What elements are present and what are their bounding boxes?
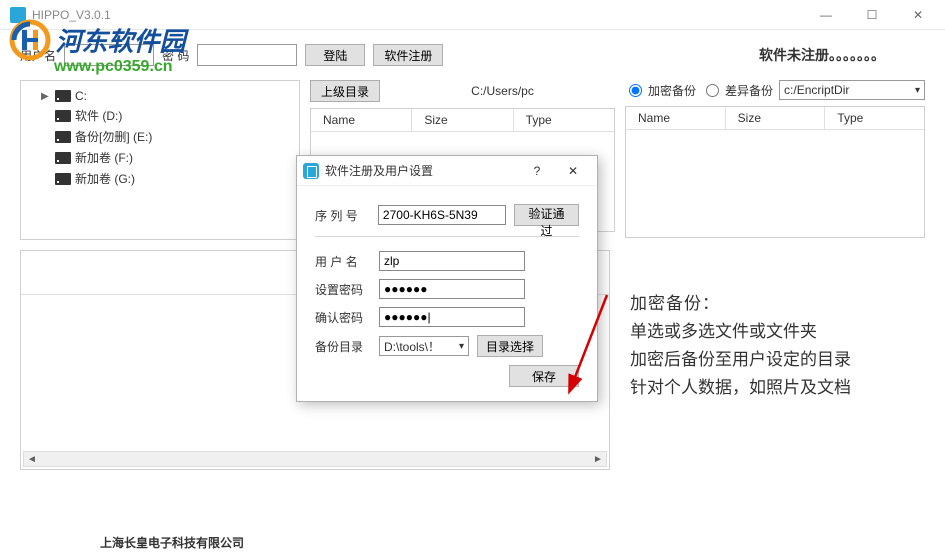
drive-icon (55, 152, 71, 164)
col-name[interactable]: Name (626, 107, 726, 129)
info-line: 针对个人数据，如照片及文档 (630, 374, 915, 402)
dialog-icon (303, 163, 319, 179)
register-dialog: 软件注册及用户设置 ? ✕ 序 列 号 验证通过 用 户 名 设置密码 确认密码… (296, 155, 598, 402)
titlebar: HIPPO_V3.0.1 — ☐ ✕ (0, 0, 945, 30)
backup-mode-row: 加密备份 差异备份 c:/EncriptDir (625, 80, 925, 100)
confirm-password-input[interactable] (379, 307, 525, 327)
minimize-button[interactable]: — (803, 0, 849, 30)
tree-item-label: 备份[勿删] (E:) (75, 128, 152, 145)
divider (315, 236, 579, 237)
username-input[interactable] (64, 44, 154, 66)
username-label: 用户名 (20, 47, 56, 64)
info-panel: 加密备份： 单选或多选文件或文件夹 加密后备份至用户设定的目录 针对个人数据，如… (620, 250, 925, 470)
tree-item-f[interactable]: 新加卷 (F:) (27, 147, 293, 168)
info-title: 加密备份： (630, 290, 915, 318)
dialog-help-button[interactable]: ? (519, 157, 555, 185)
radio-diff-backup[interactable] (706, 84, 719, 97)
window-title: HIPPO_V3.0.1 (32, 8, 111, 22)
chevron-right-icon: ▶ (41, 91, 51, 102)
drive-icon (55, 173, 71, 185)
choose-dir-button[interactable]: 目录选择 (477, 335, 543, 357)
password-label: 密 码 (162, 47, 189, 64)
col-name[interactable]: Name (311, 109, 412, 131)
setpwd-label: 设置密码 (315, 281, 371, 298)
radio-encrypt-backup[interactable] (629, 84, 642, 97)
info-line: 单选或多选文件或文件夹 (630, 318, 915, 346)
listview-header: Name Size Type (626, 107, 924, 130)
dialog-titlebar: 软件注册及用户设置 ? ✕ (297, 156, 597, 186)
info-text: 加密备份： 单选或多选文件或文件夹 加密后备份至用户设定的目录 针对个人数据，如… (630, 290, 915, 402)
register-button[interactable]: 软件注册 (373, 44, 443, 66)
login-button[interactable]: 登陆 (305, 44, 365, 66)
col-size[interactable]: Size (412, 109, 513, 131)
combo-value: c:/EncriptDir (784, 83, 849, 97)
drive-tree[interactable]: ▶ C: 软件 (D:) 备份[勿删] (E:) 新加卷 (F:) 新加卷 (G… (20, 80, 300, 240)
backup-path-combo[interactable]: c:/EncriptDir (779, 80, 925, 100)
tree-item-c[interactable]: ▶ C: (27, 87, 293, 105)
tree-item-label: 新加卷 (F:) (75, 149, 133, 166)
footer-company: 上海长皇电子科技有限公司 (0, 534, 945, 551)
scroll-left-arrow[interactable]: ◄ (24, 452, 40, 466)
maximize-button[interactable]: ☐ (849, 0, 895, 30)
set-password-input[interactable] (379, 279, 525, 299)
tree-item-label: 软件 (D:) (75, 107, 122, 124)
dialog-body: 序 列 号 验证通过 用 户 名 设置密码 确认密码 备份目录 D:\tools… (297, 186, 597, 401)
register-status: 软件未注册。。。。。。。 (759, 45, 885, 65)
drive-icon (55, 110, 71, 122)
drive-icon (55, 90, 71, 102)
confpwd-label: 确认密码 (315, 309, 371, 326)
save-button[interactable]: 保存 (509, 365, 579, 387)
horizontal-scrollbar[interactable]: ◄ ► (23, 451, 607, 467)
verify-button[interactable]: 验证通过 (514, 204, 579, 226)
username-label: 用 户 名 (315, 253, 371, 270)
password-input[interactable] (197, 44, 297, 66)
scroll-right-arrow[interactable]: ► (590, 452, 606, 466)
backup-dir-combo[interactable]: D:\tools\！ (379, 336, 469, 356)
tree-item-e[interactable]: 备份[勿删] (E:) (27, 126, 293, 147)
toolbar: 用户名 密 码 登陆 软件注册 软件未注册。。。。。。。 (0, 30, 945, 80)
listview-header: Name Size Type (311, 109, 614, 132)
tree-item-label: 新加卷 (G:) (75, 170, 135, 187)
tree-item-d[interactable]: 软件 (D:) (27, 105, 293, 126)
info-line: 加密后备份至用户设定的目录 (630, 346, 915, 374)
dialog-title: 软件注册及用户设置 (325, 162, 519, 179)
col-type[interactable]: Type (825, 107, 924, 129)
tree-item-label: C: (75, 89, 87, 103)
app-icon (10, 7, 26, 23)
serial-input[interactable] (378, 205, 506, 225)
scroll-track[interactable] (40, 452, 590, 466)
drive-icon (55, 131, 71, 143)
modal-username-input[interactable] (379, 251, 525, 271)
close-button[interactable]: ✕ (895, 0, 941, 30)
dialog-close-button[interactable]: ✕ (555, 157, 591, 185)
col-type[interactable]: Type (514, 109, 614, 131)
backupdir-label: 备份目录 (315, 338, 371, 355)
radio-encrypt-label: 加密备份 (648, 82, 696, 99)
current-path-label: C:/Users/pc (390, 84, 615, 98)
radio-diff-label: 差异备份 (725, 82, 773, 99)
col-size[interactable]: Size (726, 107, 826, 129)
combo-value: D:\tools\！ (384, 338, 440, 355)
file-listview-right[interactable]: Name Size Type (625, 106, 925, 238)
serial-label: 序 列 号 (315, 207, 370, 224)
up-dir-button[interactable]: 上级目录 (310, 80, 380, 102)
tree-item-g[interactable]: 新加卷 (G:) (27, 168, 293, 189)
right-column: 加密备份 差异备份 c:/EncriptDir Name Size Type (625, 80, 925, 240)
